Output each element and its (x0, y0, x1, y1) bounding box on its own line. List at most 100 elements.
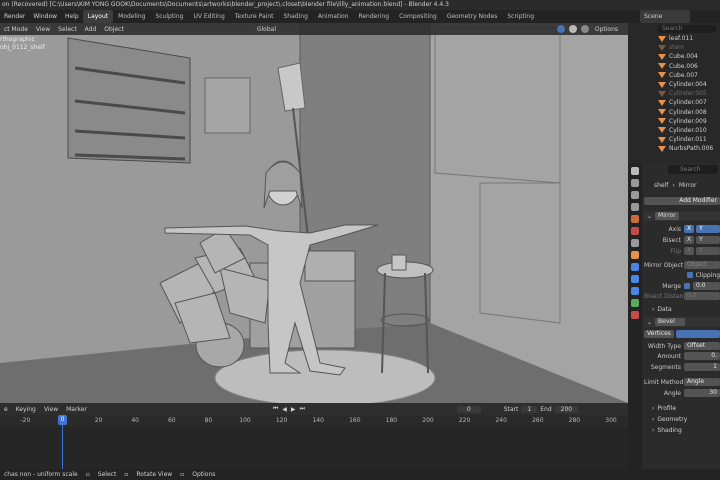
workspace-tab-texture-paint[interactable]: Texture Paint (230, 10, 279, 23)
view-layer-icon[interactable] (631, 203, 639, 211)
outliner-item[interactable]: Cylinder.009 (628, 117, 720, 126)
workspace-tab-sculpting[interactable]: Sculpting (150, 10, 188, 23)
output-icon[interactable] (631, 191, 639, 199)
outliner-item[interactable]: Cylinder.005 (628, 89, 720, 98)
object-icon[interactable] (631, 251, 639, 259)
mode-selector[interactable]: ct Mode (0, 25, 32, 33)
view-menu[interactable]: View (40, 406, 62, 413)
menu-help[interactable]: Help (61, 10, 83, 23)
outliner-item[interactable]: Cylinder.011 (628, 135, 720, 144)
step-back-icon[interactable]: ◀ (280, 406, 289, 413)
3d-viewport[interactable]: rthographic obj_0112_shelf (0, 23, 628, 403)
modifier-wrench-icon[interactable] (631, 263, 639, 271)
width-type-dropdown[interactable]: Offset (684, 342, 720, 350)
outliner-search[interactable]: Search (658, 25, 716, 33)
geometry-subpanel[interactable]: Geometry (657, 416, 687, 423)
menu-add[interactable]: Add (81, 26, 101, 33)
menu-window[interactable]: Window (29, 10, 61, 23)
flip-x-toggle[interactable]: X (684, 247, 695, 255)
keying-menu[interactable]: Keying (12, 406, 40, 413)
bisect-x-toggle[interactable]: X (684, 236, 695, 244)
add-modifier-button[interactable]: Add Modifier (644, 197, 720, 205)
options-button[interactable]: Options (590, 25, 622, 33)
jump-start-icon[interactable]: ⏮ (271, 405, 280, 413)
bisect-y-toggle[interactable]: Y (696, 236, 720, 244)
properties-search[interactable]: Search (668, 165, 718, 174)
geometry-expand-icon[interactable]: › (644, 416, 657, 423)
amount-field[interactable]: 0. (684, 352, 720, 360)
workspace-tab-geometry-nodes[interactable]: Geometry Nodes (442, 10, 503, 23)
bisect-distance-field[interactable]: 0.0 (684, 292, 720, 300)
outliner-item-label: Cylinder.008 (669, 108, 707, 116)
clipping-checkbox[interactable] (687, 272, 693, 278)
workspace-tab-compositing[interactable]: Compositing (394, 10, 442, 23)
bevel-collapse-icon[interactable]: ⌄ (644, 319, 655, 326)
merge-checkbox[interactable] (684, 283, 690, 289)
workspace-tab-modeling[interactable]: Modeling (113, 10, 150, 23)
outliner-item[interactable]: NurbsPath.006 (628, 144, 720, 153)
outliner-item[interactable]: Cube.006 (628, 62, 720, 71)
render-icon[interactable] (631, 179, 639, 187)
scene-selector[interactable]: Scene (640, 10, 690, 23)
limit-method-dropdown[interactable]: Angle (684, 378, 720, 386)
transform-orientation[interactable]: Global (252, 25, 280, 33)
play-icon[interactable]: ▶ (289, 406, 298, 413)
edges-button[interactable] (675, 330, 720, 338)
shading-material-icon[interactable] (568, 25, 577, 33)
outliner-item-label: Cylinder.007 (669, 99, 707, 107)
tool-icon[interactable] (631, 167, 639, 175)
shading-expand-icon[interactable]: › (644, 427, 657, 434)
workspace-tab-layout[interactable]: Layout (82, 10, 114, 23)
axis-y-toggle[interactable]: Y (696, 225, 720, 233)
flip-y-toggle[interactable]: Y (696, 247, 720, 255)
outliner-item[interactable]: Cylinder.007 (628, 98, 720, 107)
shading-subpanel[interactable]: Shading (657, 427, 681, 434)
playhead[interactable]: 0 (58, 415, 67, 425)
merge-distance-field[interactable]: 0.0 (693, 282, 720, 290)
axis-x-toggle[interactable]: X (684, 225, 695, 233)
profile-subpanel[interactable]: Profile (657, 405, 676, 412)
workspace-tab-rendering[interactable]: Rendering (353, 10, 394, 23)
outliner-item[interactable]: Cylinder.004 (628, 80, 720, 89)
object-data-icon[interactable] (631, 299, 639, 307)
end-frame-field[interactable]: 200 (554, 405, 579, 413)
profile-expand-icon[interactable]: › (644, 405, 657, 412)
outliner-item[interactable]: stem (628, 43, 720, 52)
mirror-object-field[interactable]: Object (684, 261, 720, 269)
data-subpanel[interactable]: Data (657, 306, 671, 313)
workspace-tab-scripting[interactable]: Scripting (502, 10, 539, 23)
data-expand-icon[interactable]: › (644, 306, 657, 313)
world-icon[interactable] (631, 227, 639, 235)
material-icon[interactable] (631, 311, 639, 319)
menu-view[interactable]: View (32, 26, 54, 33)
bevel-modifier-name[interactable]: Bevel (655, 318, 686, 326)
particles-icon[interactable] (631, 275, 639, 283)
workspace-tab-animation[interactable]: Animation (313, 10, 354, 23)
menu-render[interactable]: Render (0, 10, 29, 23)
menu-select[interactable]: Select (54, 26, 81, 33)
current-frame-field[interactable]: 0 (456, 405, 481, 413)
jump-end-icon[interactable]: ⏭ (298, 405, 307, 413)
outliner-item[interactable]: Cylinder.008 (628, 108, 720, 117)
menu-object[interactable]: Object (100, 26, 128, 33)
outliner-item[interactable]: Cube.007 (628, 71, 720, 80)
workspace-tab-shading[interactable]: Shading (279, 10, 313, 23)
vertices-button[interactable]: Vertices (644, 330, 674, 338)
angle-field[interactable]: 30 (684, 389, 720, 397)
mirror-collapse-icon[interactable]: ⌄ (644, 213, 655, 220)
playback-menu[interactable]: e (0, 406, 12, 413)
outliner-item[interactable]: Cylinder.010 (628, 126, 720, 135)
physics-icon[interactable] (631, 287, 639, 295)
shading-solid-icon[interactable] (556, 25, 565, 33)
start-frame-field[interactable]: 1 (521, 405, 538, 413)
outliner-item[interactable]: leaf.011 (628, 34, 720, 43)
scene-icon[interactable] (631, 215, 639, 223)
workspace-tab-uv-editing[interactable]: UV Editing (188, 10, 229, 23)
marker-menu[interactable]: Marker (62, 406, 91, 413)
outliner-item[interactable]: Cube.004 (628, 52, 720, 61)
segments-field[interactable]: 1 (684, 363, 720, 371)
mirror-modifier-name[interactable]: Mirror (655, 212, 679, 220)
shading-rendered-icon[interactable] (580, 25, 589, 33)
frame-ruler[interactable]: -20 0 20 40 60 80 100 120 140 160 180 200 220 240 260 2… (0, 415, 628, 427)
collection-icon[interactable] (631, 239, 639, 247)
